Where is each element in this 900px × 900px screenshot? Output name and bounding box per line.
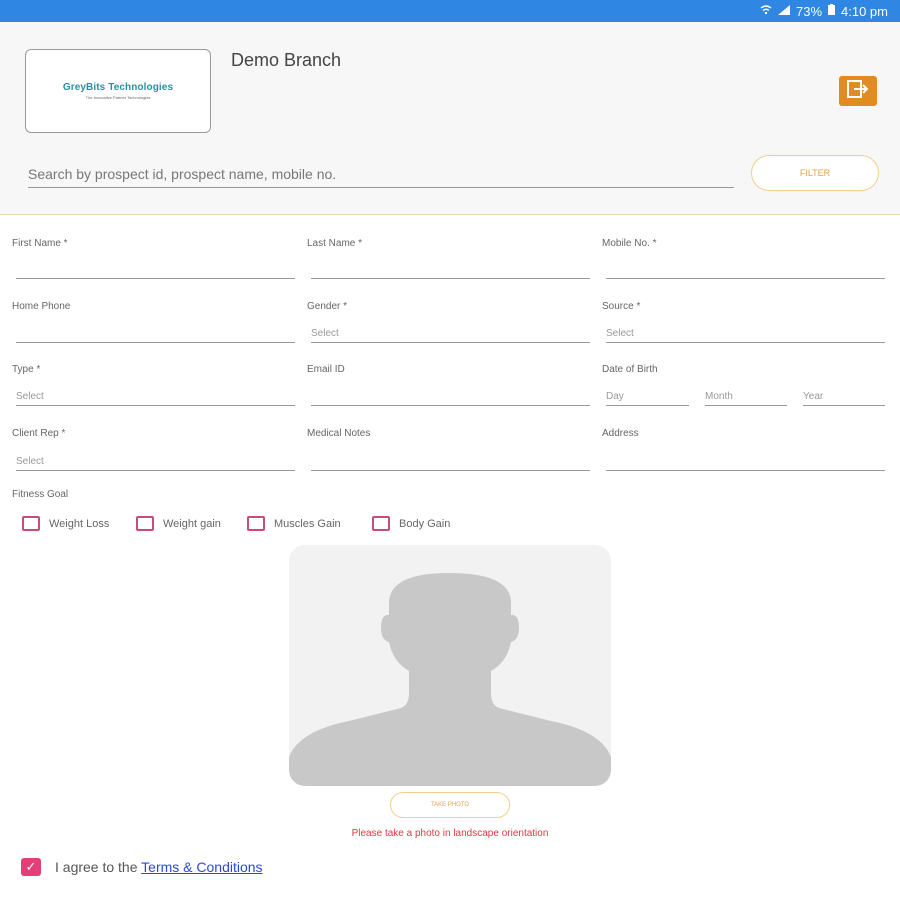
logout-icon bbox=[846, 79, 870, 104]
battery-percent: 73% bbox=[795, 3, 823, 19]
battery-icon bbox=[828, 4, 836, 18]
source-label: Source * bbox=[602, 301, 641, 312]
client-rep-label: Client Rep * bbox=[12, 428, 66, 439]
terms-agreement: ✓ I agree to the Terms & Conditions bbox=[21, 858, 263, 876]
user-silhouette-icon bbox=[289, 573, 611, 786]
first-name-label: First Name * bbox=[12, 238, 68, 249]
home-phone-label: Home Phone bbox=[12, 301, 71, 312]
home-phone-field[interactable] bbox=[16, 323, 295, 343]
medical-notes-field[interactable] bbox=[311, 451, 590, 471]
agree-text: I agree to the bbox=[55, 859, 138, 875]
address-label: Address bbox=[602, 428, 639, 439]
body-gain-checkbox[interactable] bbox=[372, 516, 390, 531]
mobile-label: Mobile No. * bbox=[602, 238, 657, 249]
last-name-label: Last Name * bbox=[307, 238, 363, 249]
dob-label: Date of Birth bbox=[602, 364, 658, 375]
photo-orientation-hint: Please take a photo in landscape orienta… bbox=[351, 828, 549, 839]
dob-day-select[interactable]: Day bbox=[606, 386, 689, 406]
take-photo-button[interactable]: TAKE PHOTO bbox=[390, 792, 510, 818]
fitness-option-weight-loss[interactable]: Weight Loss bbox=[22, 516, 109, 531]
weight-loss-label: Weight Loss bbox=[49, 517, 110, 530]
medical-notes-label: Medical Notes bbox=[307, 428, 371, 439]
weight-gain-checkbox[interactable] bbox=[136, 516, 154, 531]
logout-button[interactable] bbox=[839, 76, 877, 106]
terms-link[interactable]: Terms & Conditions bbox=[141, 859, 262, 875]
type-label: Type * bbox=[12, 364, 41, 375]
signal-icon bbox=[777, 4, 790, 18]
weight-gain-label: Weight gain bbox=[163, 517, 221, 530]
logo-tagline: The Innovative Partner Technologies bbox=[85, 95, 151, 100]
muscles-gain-checkbox[interactable] bbox=[247, 516, 265, 531]
wifi-icon bbox=[760, 4, 772, 18]
first-name-field[interactable] bbox=[16, 259, 295, 279]
last-name-field[interactable] bbox=[311, 259, 590, 279]
dob-year-select[interactable]: Year bbox=[803, 386, 885, 406]
client-rep-select[interactable]: Select bbox=[16, 451, 295, 471]
muscles-gain-label: Muscles Gain bbox=[274, 517, 341, 530]
status-bar: 73% 4:10 pm bbox=[0, 0, 900, 22]
terms-checkbox[interactable]: ✓ bbox=[21, 858, 41, 876]
type-select[interactable]: Select bbox=[16, 386, 295, 406]
fitness-option-body-gain[interactable]: Body Gain bbox=[372, 516, 450, 531]
search-input[interactable] bbox=[28, 163, 734, 188]
clock: 4:10 pm bbox=[841, 3, 888, 19]
gender-label: Gender * bbox=[307, 301, 348, 312]
dob-month-select[interactable]: Month bbox=[705, 386, 787, 406]
mobile-field[interactable] bbox=[606, 259, 885, 279]
fitness-option-muscles-gain[interactable]: Muscles Gain bbox=[247, 516, 341, 531]
logo-title: GreyBits Technologies bbox=[62, 82, 174, 93]
body-gain-label: Body Gain bbox=[399, 517, 451, 530]
fitness-option-weight-gain[interactable]: Weight gain bbox=[136, 516, 221, 531]
company-logo: GreyBits Technologies The Innovative Par… bbox=[25, 49, 211, 133]
gender-select[interactable]: Select bbox=[311, 323, 590, 343]
header: GreyBits Technologies The Innovative Par… bbox=[0, 22, 900, 215]
address-field[interactable] bbox=[606, 451, 885, 471]
source-select[interactable]: Select bbox=[606, 323, 885, 343]
fitness-goal-label: Fitness Goal bbox=[12, 489, 69, 500]
profile-photo-placeholder[interactable] bbox=[289, 545, 611, 786]
branch-name: Demo Branch bbox=[231, 50, 342, 70]
filter-button[interactable]: FILTER bbox=[751, 155, 879, 191]
weight-loss-checkbox[interactable] bbox=[22, 516, 40, 531]
email-label: Email ID bbox=[307, 364, 345, 375]
email-field[interactable] bbox=[311, 386, 590, 406]
